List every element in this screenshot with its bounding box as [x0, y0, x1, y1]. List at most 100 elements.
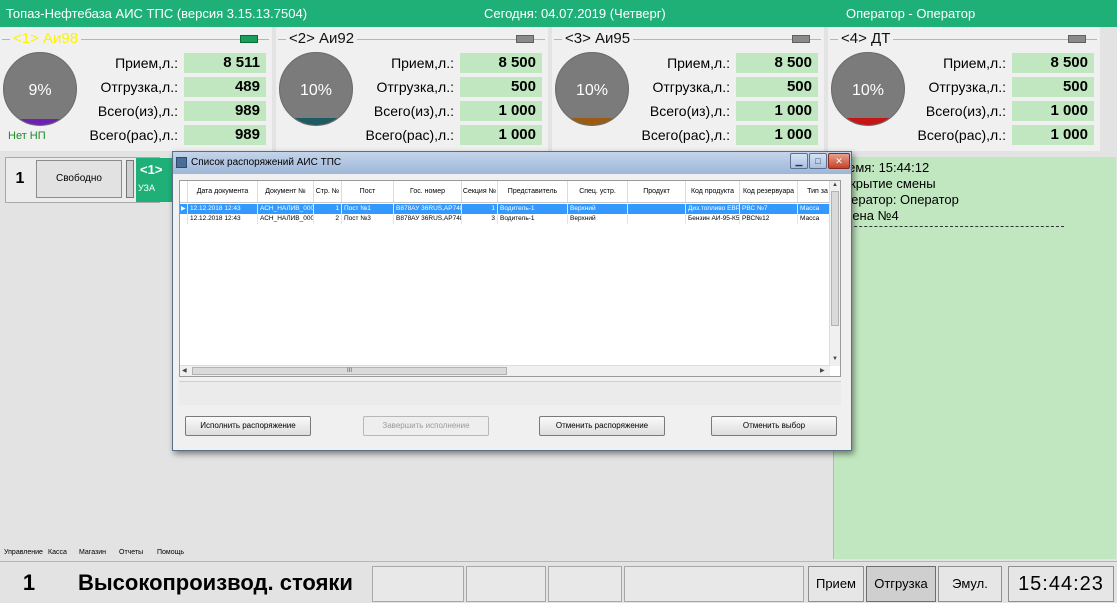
- grid-column-header[interactable]: Представитель: [498, 181, 568, 202]
- grid-column-header[interactable]: Гос. номер: [394, 181, 462, 202]
- cancel-order-button[interactable]: Отменить распоряжение: [539, 416, 665, 436]
- emulation-button[interactable]: Эмул.: [938, 566, 1002, 602]
- row-value: 500: [460, 77, 542, 97]
- grid-column-header[interactable]: Продукт: [628, 181, 686, 202]
- log-line: Оператор: Оператор: [834, 192, 959, 207]
- current-user: Оператор - Оператор: [846, 6, 976, 21]
- grid-column-header[interactable]: Стр. №: [314, 181, 342, 202]
- scroll-left-icon[interactable]: ◀: [182, 367, 187, 374]
- row-value: 489: [184, 77, 266, 97]
- grid-column-header[interactable]: Документ №: [258, 181, 314, 202]
- post-mini-panel[interactable]: <1> УЗА: [136, 158, 176, 202]
- row-label: Прием,л.:: [943, 55, 1006, 71]
- grid-column-header[interactable]: Код продукта: [686, 181, 740, 202]
- row-label: Всего(из),л.:: [97, 103, 178, 119]
- grid-column-header[interactable]: Дата документа: [188, 181, 258, 202]
- tank-panel-1[interactable]: <1> Аи98 9% Нет НП Прием,л.: 8 511 Отгру…: [0, 27, 272, 151]
- post-row: 1 Свободно <1> УЗА: [5, 157, 176, 203]
- tank-indicator: [240, 35, 258, 43]
- close-button[interactable]: ✕: [828, 153, 850, 169]
- tank-panel-2[interactable]: <2> Аи92 10% Прием,л.: 8 500 Отгрузка,л.…: [276, 27, 548, 151]
- ship-mode-button[interactable]: Отгрузка: [866, 566, 936, 602]
- grid-column-header[interactable]: Спец. устр.: [568, 181, 628, 202]
- receive-mode-button[interactable]: Прием: [808, 566, 864, 602]
- post-level-bar: [126, 160, 134, 198]
- tank-row-receive: Прием,л.: 8 500: [908, 52, 1094, 74]
- tank-level-fill: [4, 118, 76, 125]
- scroll-down-icon[interactable]: ▼: [832, 356, 838, 362]
- grid-column-header[interactable]: Пост: [342, 181, 394, 202]
- menu-item-shop[interactable]: Магазин: [79, 549, 106, 556]
- tank-indicator: [792, 35, 810, 43]
- tank-row-receive: Прием,л.: 8 511: [80, 52, 266, 74]
- tank-panel-3[interactable]: <3> Аи95 10% Прием,л.: 8 500 Отгрузка,л.…: [552, 27, 824, 151]
- row-label: Отгрузка,л.:: [100, 79, 178, 95]
- row-label: Всего(рас),л.:: [641, 127, 730, 143]
- table-cell: Пост №1: [342, 204, 394, 214]
- tank-level-fill: [832, 117, 904, 125]
- tank-row-total-in: Всего(из),л.: 1 000: [356, 100, 542, 122]
- post-status-button[interactable]: Свободно: [36, 160, 122, 198]
- horizontal-scroll-thumb[interactable]: III: [192, 367, 507, 375]
- table-cell: Водитель-1: [498, 204, 568, 214]
- vertical-scrollbar[interactable]: ▲ ▼: [829, 181, 840, 366]
- tank-row-total-out: Всего(рас),л.: 989: [80, 124, 266, 146]
- tank-title: <2> Аи92: [286, 30, 358, 47]
- table-cell: 12.12.2018 12:43: [188, 204, 258, 214]
- row-label: Прием,л.:: [391, 55, 454, 71]
- tank-row-total-out: Всего(рас),л.: 1 000: [632, 124, 818, 146]
- row-label: Отгрузка,л.:: [376, 79, 454, 95]
- finish-execution-button[interactable]: Завершить исполнение: [363, 416, 489, 436]
- maximize-button[interactable]: □: [809, 153, 827, 169]
- menu-item-reports[interactable]: Отчеты: [119, 549, 143, 556]
- grid-header-marker: [180, 181, 188, 202]
- row-label: Всего(из),л.:: [373, 103, 454, 119]
- cancel-selection-button[interactable]: Отменить выбор: [711, 416, 837, 436]
- row-value: 989: [184, 125, 266, 145]
- grid-column-header[interactable]: Секция №: [462, 181, 498, 202]
- post-number-large: 1: [22, 570, 36, 595]
- app-icon: [176, 157, 187, 168]
- menu-item-management[interactable]: Управление: [4, 549, 43, 556]
- menu-item-cash[interactable]: Касса: [48, 549, 67, 556]
- table-cell: В878АУ 36RUS,АР748: [396, 214, 462, 224]
- tank-row-ship: Отгрузка,л.: 500: [908, 76, 1094, 98]
- bottom-menu: Управление Касса Магазин Отчеты Помощь: [0, 546, 830, 560]
- row-label: Всего(рас),л.:: [917, 127, 1006, 143]
- menu-item-help[interactable]: Помощь: [157, 549, 184, 556]
- table-cell: Верхний: [568, 214, 628, 224]
- grid-column-header[interactable]: Код резервуара: [740, 181, 798, 202]
- execute-order-button[interactable]: Исполнить распоряжение: [185, 416, 311, 436]
- dialog-title: Список распоряжений АИС ТПС: [191, 157, 342, 168]
- tank-row-ship: Отгрузка,л.: 500: [356, 76, 542, 98]
- tank-row-total-out: Всего(рас),л.: 1 000: [908, 124, 1094, 146]
- table-cell: В878АУ 36RUS,АР748: [396, 204, 462, 214]
- status-cell: [372, 566, 464, 602]
- table-cell: АСН_НАЛИВ_0001: [260, 214, 314, 224]
- table-row[interactable]: 12.12.2018 12:43 АСН_НАЛИВ_0001 2 Пост №3 В8…: [180, 214, 838, 224]
- clock: 15:44:23: [1008, 566, 1114, 602]
- table-cell: РВС №7: [740, 204, 798, 214]
- table-cell: Пост №3: [342, 214, 394, 224]
- tank-row-ship: Отгрузка,л.: 489: [80, 76, 266, 98]
- horizontal-scrollbar[interactable]: ◀ III ▶: [180, 365, 830, 376]
- table-cell: 12.12.2018 12:43: [188, 214, 258, 224]
- post-name-large: Высокопроизвод. стояки: [78, 570, 353, 595]
- scroll-up-icon[interactable]: ▲: [832, 182, 838, 188]
- orders-grid[interactable]: Дата документа Документ № Стр. № Пост Гос. н…: [179, 180, 841, 377]
- tank-row-total-out: Всего(рас),л.: 1 000: [356, 124, 542, 146]
- row-value: 1 000: [1012, 125, 1094, 145]
- table-row[interactable]: ▶ 12.12.2018 12:43 АСН_НАЛИВ_0001 1 Пост №1 В…: [180, 204, 838, 214]
- tank-panel-4[interactable]: <4> ДТ 10% Прием,л.: 8 500 Отгрузка,л.: …: [828, 27, 1100, 151]
- row-value: 1 000: [460, 125, 542, 145]
- row-label: Всего(из),л.:: [925, 103, 1006, 119]
- row-label: Отгрузка,л.:: [652, 79, 730, 95]
- dialog-title-bar[interactable]: Список распоряжений АИС ТПС ▁ □ ✕: [173, 152, 851, 174]
- row-marker-icon: [180, 214, 188, 224]
- row-label: Всего(рас),л.:: [89, 127, 178, 143]
- table-cell: Водитель-1: [498, 214, 568, 224]
- row-label: Всего(из),л.:: [649, 103, 730, 119]
- minimize-button[interactable]: ▁: [790, 153, 808, 169]
- scroll-right-icon[interactable]: ▶: [820, 367, 825, 374]
- vertical-scroll-thumb[interactable]: [831, 191, 839, 326]
